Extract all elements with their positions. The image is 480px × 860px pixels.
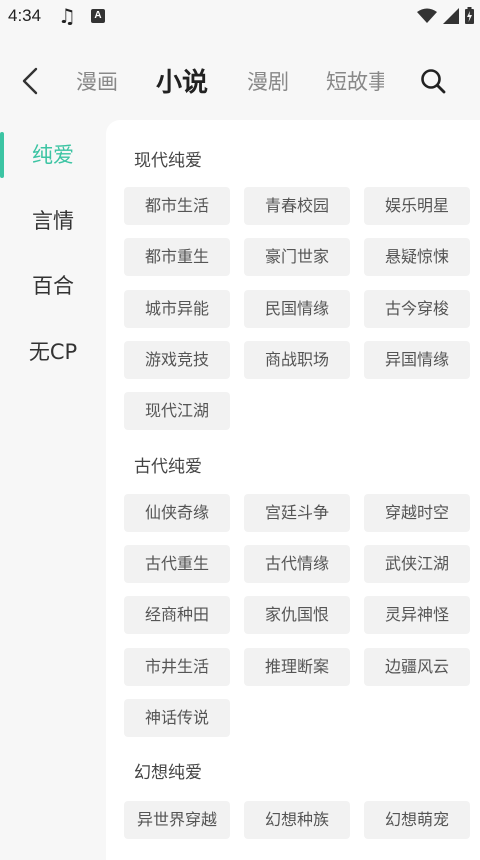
tag-chip[interactable]: 仙侠奇缘: [124, 494, 230, 532]
music-note-icon: ♫: [58, 4, 76, 28]
tag-chip[interactable]: 幻想种族: [244, 801, 350, 839]
app-notification-icon: A: [91, 9, 105, 23]
tag-chip[interactable]: 民国情缘: [244, 290, 350, 328]
tag-chip[interactable]: 宫廷斗争: [244, 494, 350, 532]
signal-icon: [443, 7, 459, 24]
tag-chip[interactable]: 游戏竞技: [124, 341, 230, 379]
status-bar: 4:34 ♫ A: [0, 0, 480, 34]
tag-chip[interactable]: 古代重生: [124, 545, 230, 583]
tab-short-stories-clip: 短故事: [326, 50, 384, 112]
tag-chip[interactable]: 异世界穿越: [124, 801, 230, 839]
tag-chip[interactable]: 商战职场: [244, 341, 350, 379]
tag-chip[interactable]: 都市生活: [124, 187, 230, 225]
tag-chip[interactable]: 幻想萌宠: [364, 801, 470, 839]
sidebar-item-pure-love[interactable]: 纯爱: [0, 130, 106, 180]
tag-chip[interactable]: 青春校园: [244, 187, 350, 225]
section-title-fantasy: 幻想纯爱: [134, 763, 202, 783]
tag-chip[interactable]: 推理断案: [244, 648, 350, 686]
tag-chip[interactable]: 边疆风云: [364, 648, 470, 686]
tab-drama[interactable]: 漫剧: [247, 66, 289, 96]
tag-chip[interactable]: 家仇国恨: [244, 596, 350, 634]
battery-icon: [465, 7, 474, 24]
sidebar-item-no-cp[interactable]: 无CP: [0, 327, 106, 377]
tag-panel: 现代纯爱 都市生活 青春校园 娱乐明星 都市重生 豪门世家 悬疑惊悚 城市异能 …: [106, 120, 480, 860]
tag-chip[interactable]: 豪门世家: [244, 238, 350, 276]
wifi-icon: [417, 8, 437, 23]
tag-chip[interactable]: 灵异神怪: [364, 596, 470, 634]
back-arrow-icon[interactable]: [18, 66, 44, 96]
section-title-modern: 现代纯爱: [134, 151, 202, 171]
sidebar-item-romance[interactable]: 言情: [0, 196, 106, 246]
sidebar-item-yuri[interactable]: 百合: [0, 261, 106, 311]
tag-chip[interactable]: 现代江湖: [124, 392, 230, 430]
top-navigation: 漫画 小说 漫剧 短故事: [0, 50, 480, 112]
search-icon[interactable]: [418, 66, 448, 96]
category-sidebar: 纯爱 言情 百合 无CP: [0, 120, 106, 852]
tag-chip[interactable]: 都市重生: [124, 238, 230, 276]
tab-short-stories[interactable]: 短故事: [326, 66, 384, 96]
status-icons: [417, 7, 474, 24]
tag-chip[interactable]: 神话传说: [124, 699, 230, 737]
tab-novels[interactable]: 小说: [156, 62, 208, 99]
tag-chip[interactable]: 市井生活: [124, 648, 230, 686]
status-time: 4:34: [8, 6, 42, 25]
tag-chip[interactable]: 异国情缘: [364, 341, 470, 379]
tag-chip[interactable]: 武侠江湖: [364, 545, 470, 583]
tag-chip[interactable]: 悬疑惊悚: [364, 238, 470, 276]
section-title-ancient: 古代纯爱: [134, 457, 202, 477]
tag-chip[interactable]: 穿越时空: [364, 494, 470, 532]
tab-comics[interactable]: 漫画: [76, 66, 118, 96]
tag-chip[interactable]: 古今穿梭: [364, 290, 470, 328]
tag-chip[interactable]: 城市异能: [124, 290, 230, 328]
tag-chip[interactable]: 娱乐明星: [364, 187, 470, 225]
tag-chip[interactable]: 经商种田: [124, 596, 230, 634]
tag-chip[interactable]: 古代情缘: [244, 545, 350, 583]
